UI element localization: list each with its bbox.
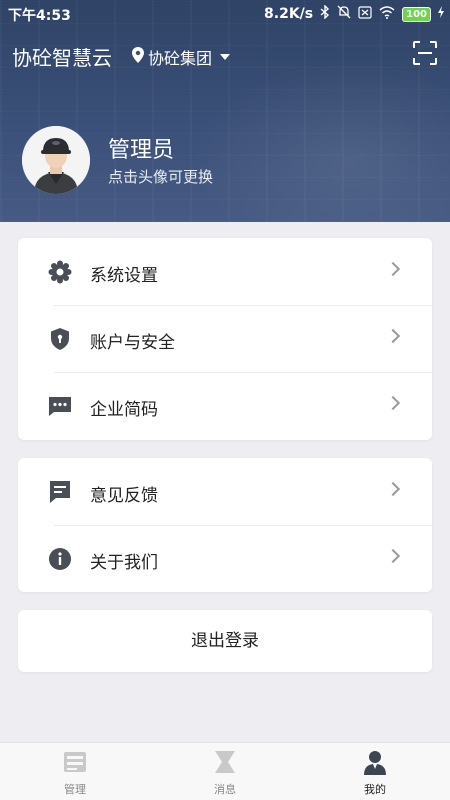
menu-label: 系统设置	[90, 266, 158, 286]
mute-bell-icon	[337, 5, 351, 23]
menu-item-account-security[interactable]: 账户与安全	[18, 305, 432, 372]
user-icon	[362, 749, 388, 775]
menu-label: 账户与安全	[90, 333, 175, 353]
menu-item-system-settings[interactable]: 系统设置	[18, 238, 432, 305]
wifi-icon	[379, 5, 395, 23]
bluetooth-icon	[320, 4, 330, 23]
tab-manage[interactable]: 管理	[0, 743, 150, 800]
chevron-right-icon	[385, 261, 401, 277]
about-menu-card: 意见反馈 关于我们	[18, 458, 432, 592]
battery-indicator: 100	[402, 6, 431, 22]
org-name: 协砼集团	[148, 49, 213, 68]
menu-label: 关于我们	[90, 553, 158, 573]
org-selector[interactable]: 协砼集团	[132, 45, 231, 69]
menu-label: 意见反馈	[90, 486, 158, 506]
info-icon	[48, 547, 72, 571]
tab-messages[interactable]: 消息	[150, 743, 300, 800]
top-bar: 协砼智慧云 协砼集团	[10, 38, 440, 72]
message-tab-icon	[212, 749, 238, 775]
manage-icon	[62, 749, 88, 775]
avatar-change-hint: 点击头像可更换	[108, 168, 214, 186]
chevron-right-icon	[385, 395, 401, 411]
feedback-icon	[48, 480, 72, 504]
chevron-right-icon	[385, 481, 401, 497]
avatar[interactable]	[22, 126, 90, 194]
menu-item-feedback[interactable]: 意见反馈	[18, 458, 432, 525]
status-bar: 下午4:53 8.2K/s 100	[0, 0, 450, 28]
menu-label: 企业简码	[90, 400, 158, 420]
sim-off-icon	[358, 5, 372, 23]
chevron-right-icon	[385, 548, 401, 564]
tab-label: 消息	[214, 783, 236, 796]
status-time: 下午4:53	[8, 8, 71, 24]
bottom-tab-bar: 管理 消息 我的	[0, 742, 450, 800]
gear-icon	[48, 260, 72, 284]
tab-mine[interactable]: 我的	[300, 743, 450, 800]
tab-label: 管理	[64, 783, 86, 796]
location-pin-icon	[132, 47, 144, 67]
charging-icon	[438, 6, 444, 22]
app-title: 协砼智慧云	[12, 46, 112, 70]
logout-button[interactable]: 退出登录	[18, 610, 432, 672]
network-speed: 8.2K/s	[264, 6, 314, 22]
shield-icon	[48, 327, 72, 351]
profile-section: 管理员 点击头像可更换	[20, 124, 430, 194]
tab-label: 我的	[364, 783, 386, 796]
admin-name: 管理员	[108, 138, 175, 163]
menu-item-enterprise-code[interactable]: 企业简码	[18, 372, 432, 439]
settings-menu-card: 系统设置 账户与安全 企业简码	[18, 238, 432, 440]
chevron-right-icon	[385, 328, 401, 344]
status-indicators: 8.2K/s 100	[264, 4, 444, 23]
chevron-down-icon	[220, 54, 231, 60]
message-icon	[48, 394, 72, 418]
menu-item-about-us[interactable]: 关于我们	[18, 525, 432, 592]
scan-icon[interactable]	[412, 40, 438, 66]
